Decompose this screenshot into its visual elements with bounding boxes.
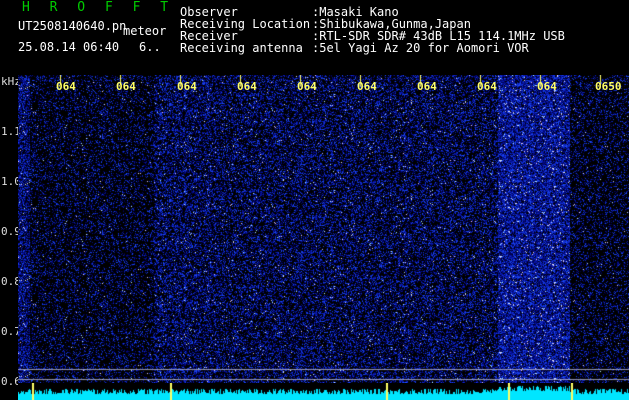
- count-label: 6..: [139, 40, 161, 54]
- time-tick-8: 064: [477, 80, 497, 93]
- filename-label: UT2508140640.pn: [18, 19, 127, 33]
- time-tick-9: 064: [537, 80, 557, 93]
- antenna-field-label: Receiving antenna: [180, 41, 303, 55]
- time-tick-10: 0650: [595, 80, 622, 93]
- time-tick-3: 064: [177, 80, 197, 93]
- date-time-label: 25.08.14 06:40: [18, 40, 120, 54]
- antenna-value: :5el Yagi Az 20 for Aomori VOR: [312, 41, 529, 55]
- time-tick-6: 064: [357, 80, 377, 93]
- time-tick-4: 064: [237, 80, 257, 93]
- signal-baseline: [18, 383, 629, 400]
- time-tick-7: 064: [417, 80, 437, 93]
- spectrogram-canvas: [18, 75, 629, 383]
- type-label: meteor: [123, 24, 167, 38]
- time-tick-5: 064: [297, 80, 317, 93]
- time-tick-2: 064: [116, 80, 136, 93]
- time-tick-1: 064: [56, 80, 76, 93]
- hrofft-logo: H R O F F T: [22, 0, 175, 15]
